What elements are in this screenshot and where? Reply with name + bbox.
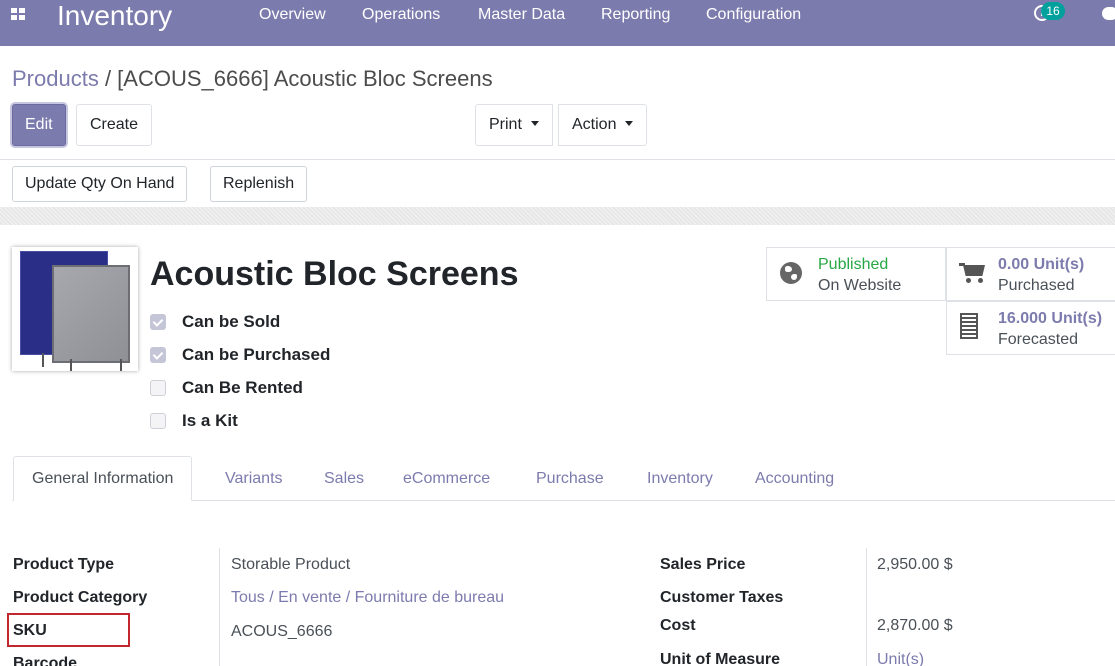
chat-icon[interactable] — [1102, 7, 1115, 20]
product-name[interactable]: Acoustic Bloc Screens — [150, 254, 518, 294]
tab-general-information[interactable]: General Information — [13, 456, 193, 501]
field-separator — [219, 548, 220, 666]
purchased-value: 0.00 Unit(s) — [998, 256, 1085, 273]
checkbox-label: Is a Kit — [182, 411, 238, 430]
replenish-button[interactable]: Replenish — [210, 166, 308, 202]
checkbox-label: Can be Purchased — [182, 345, 331, 364]
breadcrumb-separator: / — [98, 66, 118, 91]
sales-price-label: Sales Price — [660, 556, 746, 573]
product-image[interactable] — [12, 247, 138, 371]
checkbox-label: Can be Sold — [182, 312, 281, 331]
field-separator — [866, 548, 867, 666]
tab-sales[interactable]: Sales — [324, 456, 364, 501]
edit-button[interactable]: Edit — [12, 104, 66, 146]
globe-icon — [780, 262, 802, 284]
menu-reporting[interactable]: Reporting — [601, 5, 670, 25]
divider — [0, 159, 1115, 160]
tab-ecommerce[interactable]: eCommerce — [403, 456, 490, 501]
action-label: Action — [572, 116, 617, 133]
checkbox-unchecked-icon[interactable] — [150, 413, 166, 429]
print-dropdown-button[interactable]: Print — [475, 104, 553, 146]
website-label: On Website — [818, 277, 902, 294]
menu-operations[interactable]: Operations — [362, 5, 440, 25]
apps-menu-icon[interactable] — [11, 8, 27, 24]
forecasted-label: Forecasted — [998, 331, 1079, 348]
checkbox-checked-icon[interactable] — [150, 347, 166, 363]
unit-of-measure-value[interactable]: Unit(s) — [877, 650, 924, 666]
forecasted-button[interactable]: 16.000 Unit(s) Forecasted — [946, 301, 1115, 355]
create-button[interactable]: Create — [76, 104, 153, 146]
checkbox-is-a-kit[interactable]: Is a Kit — [150, 411, 238, 431]
checkbox-can-be-sold[interactable]: Can be Sold — [150, 312, 280, 332]
tab-inventory[interactable]: Inventory — [647, 456, 713, 501]
breadcrumb-products-link[interactable]: Products — [12, 66, 99, 91]
product-type-label: Product Type — [13, 556, 115, 573]
cost-value[interactable]: 2,870.00 $ — [877, 616, 953, 636]
product-category-label: Product Category — [13, 589, 148, 606]
print-label: Print — [489, 116, 522, 133]
product-type-value[interactable]: Storable Product — [231, 555, 350, 575]
menu-configuration[interactable]: Configuration — [706, 5, 801, 25]
tab-variants[interactable]: Variants — [225, 456, 283, 501]
purchased-button[interactable]: 0.00 Unit(s) Purchased — [946, 247, 1115, 301]
forecasted-value: 16.000 Unit(s) — [998, 310, 1103, 327]
top-navbar: Inventory Overview Operations Master Dat… — [0, 0, 1115, 46]
checkbox-label: Can Be Rented — [182, 378, 303, 397]
activity-count-badge: 16 — [1041, 2, 1065, 20]
checkbox-checked-icon[interactable] — [150, 314, 166, 330]
update-qty-on-hand-button[interactable]: Update Qty On Hand — [12, 166, 188, 202]
menu-overview[interactable]: Overview — [259, 5, 326, 25]
tab-purchase[interactable]: Purchase — [536, 456, 604, 501]
menu-master-data[interactable]: Master Data — [478, 5, 565, 25]
print-caret-icon — [530, 121, 539, 126]
sales-price-value[interactable]: 2,950.00 $ — [877, 555, 953, 575]
checkbox-can-be-purchased[interactable]: Can be Purchased — [150, 345, 330, 365]
unit-of-measure-label: Unit of Measure — [660, 651, 781, 666]
customer-taxes-label: Customer Taxes — [660, 589, 784, 606]
sku-value[interactable]: ACOUS_6666 — [231, 622, 332, 642]
product-category-link[interactable]: Tous / En vente / Fourniture de bureau — [231, 588, 504, 608]
published-on-website-button[interactable]: Published On Website — [766, 247, 946, 301]
sku-highlight-box — [7, 613, 130, 647]
sheet-background-strip — [0, 207, 1115, 225]
action-dropdown-button[interactable]: Action — [558, 104, 648, 146]
checkbox-unchecked-icon[interactable] — [150, 380, 166, 396]
breadcrumb-current: [ACOUS_6666] Acoustic Bloc Screens — [117, 66, 493, 91]
barcode-label: Barcode — [13, 655, 78, 666]
purchased-label: Purchased — [998, 277, 1075, 294]
tab-accounting[interactable]: Accounting — [755, 456, 834, 501]
app-name[interactable]: Inventory — [57, 0, 172, 32]
checkbox-can-be-rented[interactable]: Can Be Rented — [150, 378, 303, 398]
website-status: Published — [818, 256, 889, 273]
cart-icon — [959, 263, 985, 283]
cost-label: Cost — [660, 617, 696, 634]
building-icon — [960, 313, 978, 339]
breadcrumb: Products / [ACOUS_6666] Acoustic Bloc Sc… — [12, 66, 493, 92]
action-caret-icon — [625, 121, 634, 126]
